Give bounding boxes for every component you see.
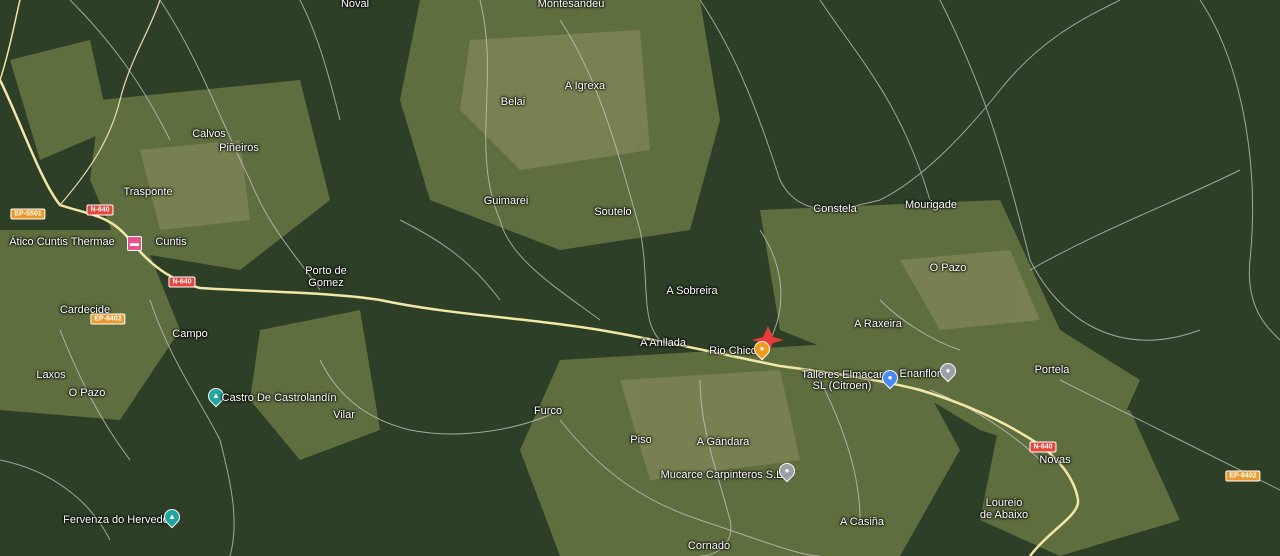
place-label-furco: Furco bbox=[533, 405, 563, 417]
poi-label-talleres-elmacar[interactable]: Talleres Elmacar SL (Citroen) bbox=[801, 370, 882, 392]
satellite-map[interactable]: Noval Montesandeu A Igrexa Belai Calvos … bbox=[0, 0, 1280, 556]
place-label-trasponte: Trasponte bbox=[123, 186, 173, 198]
selected-location-marker[interactable] bbox=[752, 326, 784, 354]
place-label-a-anllada: A Anllada bbox=[640, 337, 686, 349]
road-shield-n640: N-640 bbox=[168, 276, 196, 288]
place-label-o-pazo-west: O Pazo bbox=[68, 387, 106, 399]
place-label-noval: Noval bbox=[340, 0, 370, 10]
place-label-pineiros: Piñeiros bbox=[219, 142, 259, 154]
place-label-mourigade: Mourigade bbox=[905, 199, 957, 211]
place-label-belai: Belai bbox=[500, 96, 526, 108]
place-label-cornado: Cornado bbox=[687, 540, 731, 552]
place-label-soutelo: Soutelo bbox=[594, 206, 632, 218]
poi-label-castro-de-castrolandin[interactable]: Castro De Castrolandín bbox=[222, 392, 337, 404]
poi-label-atico-cuntis-thermae[interactable]: Ático Cuntis Thermae bbox=[9, 236, 115, 248]
place-label-campo: Campo bbox=[172, 328, 208, 340]
place-label-o-pazo-east: O Pazo bbox=[929, 262, 967, 274]
hotel-icon[interactable]: ▬ bbox=[127, 236, 142, 251]
place-label-novas: Novas bbox=[1039, 454, 1071, 466]
place-label-loureio-de-abaixo: Loureio de Abaixo bbox=[979, 497, 1029, 521]
poi-label-rio-chico[interactable]: Rio Chico bbox=[709, 345, 757, 357]
place-label-constela: Constela bbox=[813, 203, 857, 215]
place-label-piso: Piso bbox=[630, 434, 652, 446]
poi-label-enanflor[interactable]: Enanflor bbox=[900, 368, 941, 380]
road-shield-ep5501: EP-5501 bbox=[10, 208, 46, 220]
place-label-guimarei: Guimarei bbox=[483, 195, 529, 207]
place-label-a-sobreira: A Sobreira bbox=[666, 285, 718, 297]
road-shield-ep8402: EP-8402 bbox=[90, 313, 126, 325]
road-shield-n640: N-640 bbox=[86, 204, 114, 216]
place-label-cuntis: Cuntis bbox=[155, 236, 187, 248]
place-label-montesandeu: Montesandeu bbox=[537, 0, 605, 10]
place-label-laxos: Laxos bbox=[36, 369, 66, 381]
place-label-a-igrexa: A Igrexa bbox=[564, 80, 606, 92]
road-shield-n640: N-640 bbox=[1029, 441, 1057, 453]
poi-label-fervenza-do-hervedo[interactable]: Fervenza do Hervedo bbox=[63, 514, 169, 526]
poi-label-mucarce-carpinteros[interactable]: Mucarce Carpinteros S.L. bbox=[661, 469, 786, 481]
place-label-a-gandara: A Gándara bbox=[696, 436, 750, 448]
place-label-a-casina: A Casiña bbox=[839, 516, 885, 528]
road-shield-ep8402: EP-8402 bbox=[1225, 470, 1261, 482]
place-label-calvos: Calvos bbox=[192, 128, 226, 140]
place-label-portela: Portela bbox=[1034, 364, 1070, 376]
place-label-a-raxeira: A Raxeira bbox=[854, 318, 902, 330]
place-label-porto-de-gomez: Porto de Gomez bbox=[305, 265, 347, 289]
place-label-vilar: Vilar bbox=[333, 409, 355, 421]
